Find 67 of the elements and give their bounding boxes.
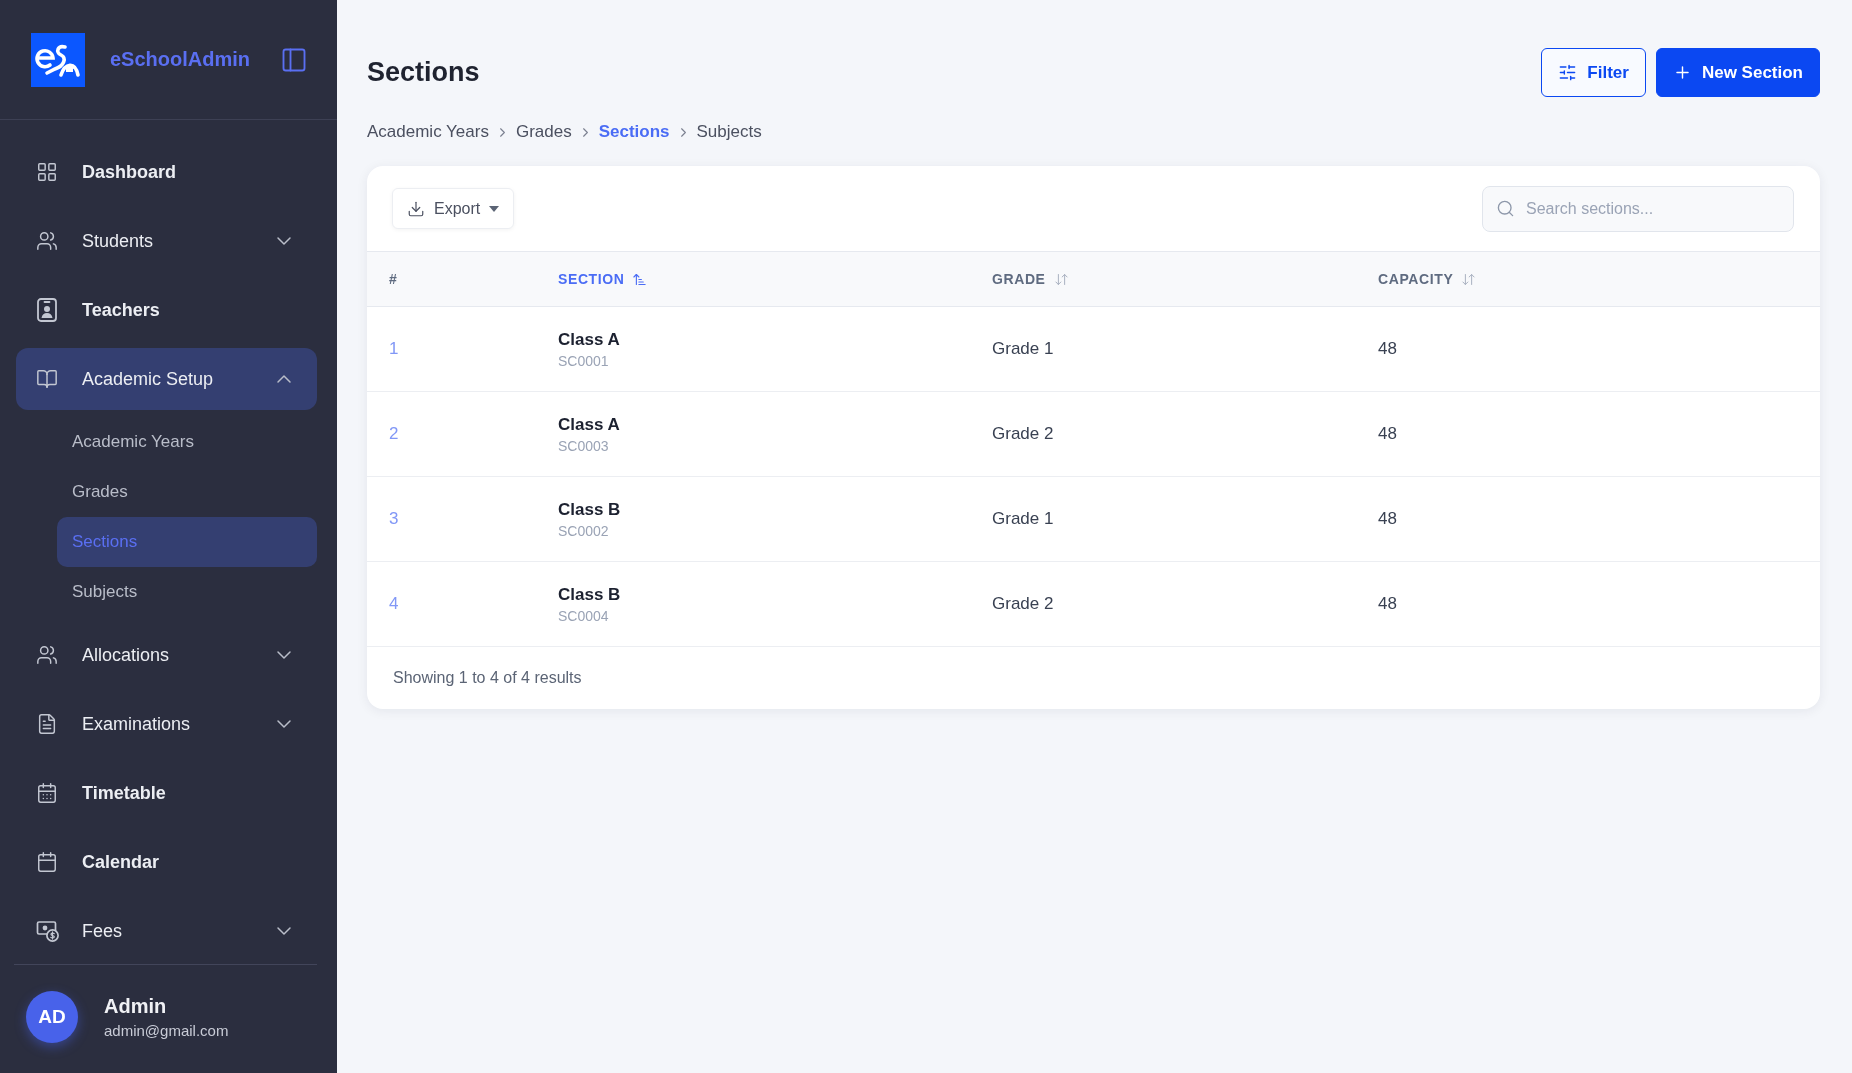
table-cell: Grade 1 [992,509,1054,529]
section-name: Class A [558,329,620,350]
table-cell: Grade 1 [992,339,1054,359]
nav-item[interactable]: Students [16,210,317,272]
column-header[interactable]: SECTION [558,271,648,287]
nav-item[interactable]: Examinations [16,693,317,755]
caret-icon [489,205,500,212]
table-cell: 48 [1378,594,1397,614]
section-name: Class B [558,499,621,520]
nav-item[interactable]: Academic Setup [16,348,317,410]
table-cell: 48 [1378,509,1397,529]
results-summary: Showing 1 to 4 of 4 results [393,669,582,687]
table-cell: 48 [1378,424,1397,444]
breadcrumb-link[interactable]: Sections [598,122,670,142]
sort-icon [1461,271,1477,287]
sliders-icon [1558,63,1578,82]
row-number: 2 [389,424,399,444]
user-name: Admin [104,995,168,1018]
grid-icon [36,161,58,183]
section-code: SC0004 [558,607,609,624]
search-icon [1496,198,1515,218]
breadcrumb-link[interactable]: Academic Years [367,122,489,142]
export-button[interactable]: Export [392,188,515,229]
nav-item[interactable]: Calendar [16,831,317,893]
nav-item[interactable]: Allocations [16,624,317,686]
section-code: SC0001 [558,352,609,369]
calendar-icon [36,851,58,873]
table-cell: Grade 2 [992,424,1054,444]
brand-name: eSchoolAdmin [110,48,251,71]
row-number: 4 [389,594,399,614]
filter-button[interactable]: Filter [1541,48,1646,97]
column-header[interactable]: CAPACITY [1378,271,1477,287]
nav-item[interactable]: Dashboard [16,141,317,203]
table-cell: Grade 2 [992,594,1054,614]
nav-subitem[interactable]: Subjects [57,567,317,617]
money-icon [36,919,60,943]
column-header: # [389,271,398,287]
page-title: Sections [367,57,480,88]
nav-subitem[interactable]: Grades [57,467,317,517]
section-name: Class B [558,584,621,605]
table-cell: 48 [1378,339,1397,359]
row-number: 3 [389,509,399,529]
sort-icon [1053,271,1069,287]
user-avatar: AD [26,991,78,1043]
breadcrumb-link[interactable]: Subjects [696,122,762,142]
section-name: Class A [558,414,620,435]
nav-item[interactable]: Fees [16,900,317,962]
row-number: 1 [389,339,399,359]
calendar-icon [36,782,58,804]
column-header[interactable]: GRADE [992,271,1069,287]
nav-item[interactable]: Timetable [16,762,317,824]
nav-subitem[interactable]: Academic Years [57,417,317,467]
breadcrumb-link[interactable]: Grades [515,122,572,142]
users-icon [36,230,58,252]
new-section-button[interactable]: New Section [1655,48,1820,97]
section-code: SC0003 [558,437,609,454]
sort-ascending-icon [632,271,648,287]
nav-item[interactable]: Teachers [16,279,317,341]
download-icon [407,199,425,218]
brand-logo [31,32,85,87]
user-email: admin@gmail.com [104,1022,229,1039]
book-icon [36,368,58,390]
users-icon [36,644,58,666]
document-icon [36,713,58,735]
id-badge-icon [36,298,58,322]
section-code: SC0002 [558,522,609,539]
search-field[interactable]: Search sections... [1482,185,1794,232]
